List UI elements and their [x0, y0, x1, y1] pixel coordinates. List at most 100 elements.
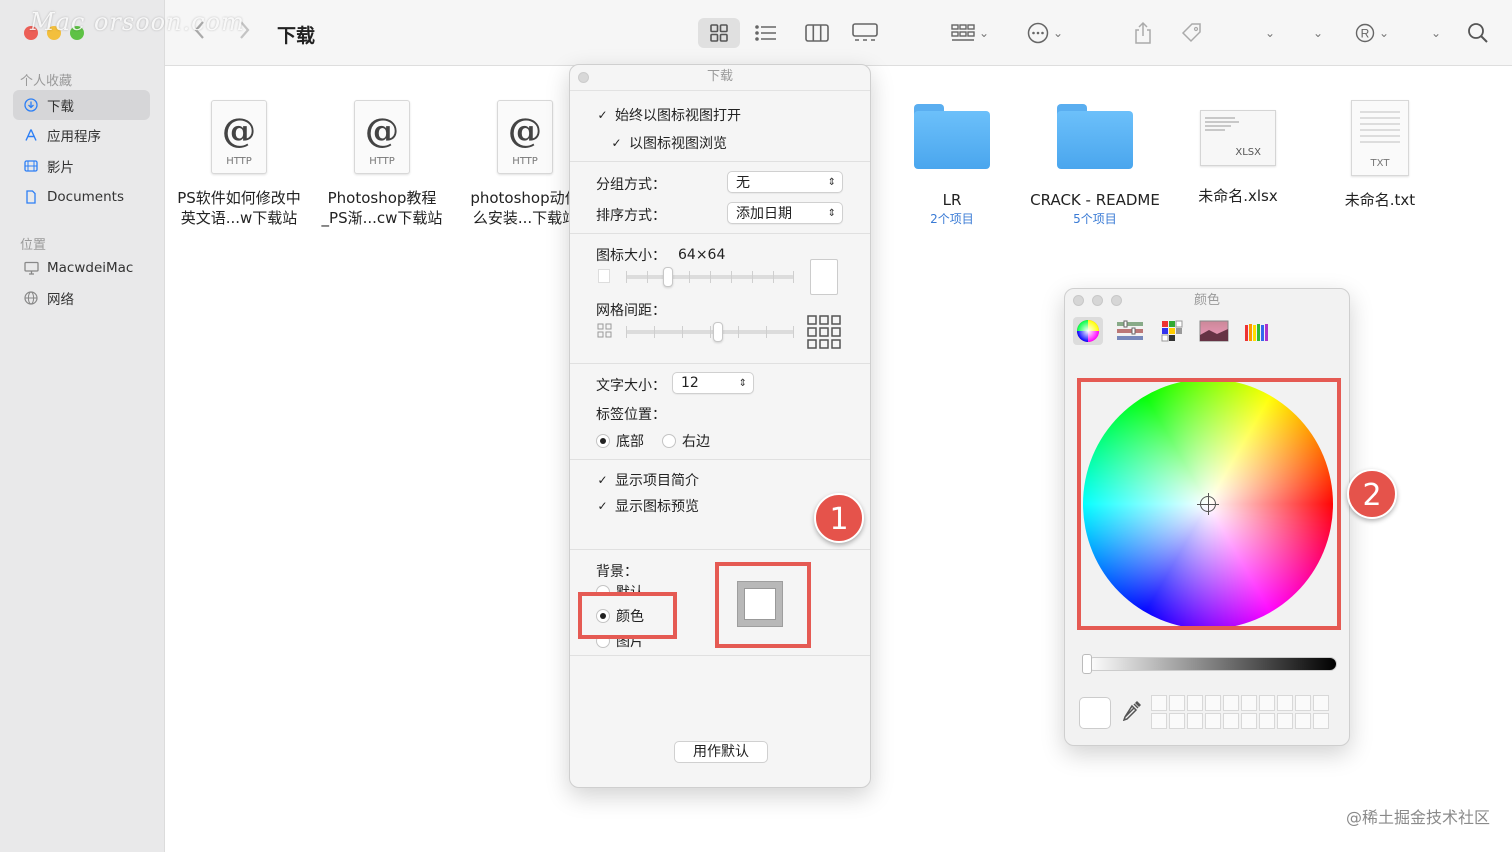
folder-icon [1057, 104, 1133, 170]
file-name: photoshop动作 [470, 189, 580, 207]
color-wheel-icon[interactable] [1073, 317, 1103, 345]
favorites-section-label: 个人收藏 [20, 74, 73, 89]
show-preview-checkbox[interactable]: ✓ 显示图标预览 [596, 496, 699, 516]
sidebar-item-label: MacwdeiMac [47, 260, 134, 276]
palettes-icon[interactable] [1157, 317, 1187, 345]
http-file-icon: @ HTTP [211, 100, 267, 174]
icon-view-icon[interactable] [698, 18, 740, 48]
use-as-default-button[interactable]: 用作默认 [674, 741, 768, 763]
http-file-icon: @ HTTP [354, 100, 410, 174]
color-panel-tabs [1073, 317, 1271, 345]
highlight-box-color-well [715, 562, 811, 648]
browse-icon-checkbox[interactable]: ✓ 以图标视图浏览 [610, 133, 727, 153]
updown-icon: ⇕ [827, 207, 836, 219]
updown-icon: ⇕ [827, 176, 836, 188]
image-palette-icon[interactable] [1199, 317, 1229, 345]
text-size-label: 文字大小： [596, 378, 666, 394]
svg-text:R: R [1361, 27, 1370, 41]
share-icon[interactable] [1128, 18, 1158, 48]
download-icon [23, 97, 39, 113]
sidebar-item-movies[interactable]: 影片 [13, 151, 150, 181]
file-name: Photoshop教程 [327, 189, 437, 207]
minimize-button[interactable] [1092, 295, 1103, 306]
updown-icon: ⇕ [738, 377, 747, 389]
tag-icon[interactable] [1177, 18, 1207, 48]
gallery-view-icon[interactable] [847, 18, 883, 48]
background-label: 背景： [596, 564, 638, 580]
sidebar-item-applications[interactable]: 应用程序 [13, 120, 150, 150]
view-options-panel: 下载 ✓ 始终以图标视图打开 ✓ 以图标视图浏览 分组方式： 无 ⇕ 排序方式： … [569, 64, 871, 788]
file-item[interactable]: XLSX 未命名.xlsx [1163, 110, 1313, 206]
radio-selected-icon [596, 434, 610, 448]
show-info-checkbox[interactable]: ✓ 显示项目简介 [596, 470, 699, 490]
registered-icon[interactable]: R ⌄ [1350, 18, 1394, 48]
checkmark-icon: ✓ [597, 473, 608, 487]
grid-spacing-slider[interactable] [626, 322, 794, 342]
column-view-icon[interactable] [799, 18, 835, 48]
folder-item[interactable]: CRACK - README 5个项目 [1020, 104, 1170, 227]
panel-close-button[interactable] [578, 72, 589, 83]
file-name: 未命名.txt [1344, 191, 1416, 209]
always-open-icon-checkbox[interactable]: ✓ 始终以图标视图打开 [596, 105, 741, 125]
annotation-badge-2: 2 [1347, 469, 1397, 519]
file-item[interactable]: @ HTTP PS软件如何修改中 英文语...w下载站 [164, 100, 314, 228]
sidebar-item-macwdeimac[interactable]: MacwdeiMac [13, 253, 150, 283]
small-icon-glyph [598, 269, 610, 283]
file-item[interactable]: @ HTTP Photoshop教程 _PS渐...cw下载站 [307, 100, 457, 228]
eyedropper-icon[interactable] [1121, 699, 1143, 726]
file-name: PS软件如何修改中 [177, 189, 301, 207]
file-name-line2: _PS渐...cw下载站 [321, 209, 443, 227]
pencils-icon[interactable] [1241, 317, 1271, 345]
chevron-down-icon[interactable]: ⌄ [1256, 18, 1280, 48]
zoom-button[interactable] [1111, 295, 1122, 306]
list-view-icon[interactable] [748, 18, 784, 48]
source-credit: @稀土掘金技术社区 [1345, 808, 1490, 827]
checkmark-icon: ✓ [611, 136, 622, 150]
folder-item[interactable]: LR 2个项目 [877, 104, 1027, 227]
folder-icon [914, 104, 990, 170]
group-by-select[interactable]: 无 ⇕ [727, 171, 843, 193]
custom-swatch-grid[interactable] [1151, 695, 1329, 729]
http-file-icon: @ HTTP [497, 100, 553, 174]
brightness-knob[interactable] [1082, 654, 1092, 674]
checkmark-icon: ✓ [597, 499, 608, 513]
item-count: 2个项目 [930, 212, 974, 226]
sidebar-item-label: 下载 [47, 99, 74, 115]
color-panel-title: 颜色 [1065, 289, 1349, 313]
chevron-down-icon: ⌄ [978, 26, 990, 40]
sidebar-item-documents[interactable]: Documents [13, 182, 150, 212]
group-icon[interactable]: ⌄ [945, 18, 995, 48]
grid-spacing-label: 网格间距： [596, 303, 666, 319]
checkmark-icon: ✓ [597, 108, 608, 122]
small-grid-icon [597, 323, 613, 343]
label-bottom-radio[interactable]: 底部 [596, 431, 644, 451]
chevron-down-icon[interactable]: ⌄ [1304, 18, 1328, 48]
grid-spacing-knob[interactable] [713, 322, 724, 342]
more-actions-icon[interactable]: ⌄ [1020, 18, 1070, 48]
brightness-slider[interactable] [1082, 654, 1337, 674]
search-icon[interactable] [1464, 18, 1492, 48]
icon-size-knob[interactable] [663, 267, 673, 287]
sort-by-select[interactable]: 添加日期 ⇕ [727, 202, 843, 224]
label-position-label: 标签位置： [596, 407, 666, 423]
icon-size-slider[interactable] [626, 267, 794, 287]
group-by-label: 分组方式： [596, 177, 666, 193]
current-color-swatch[interactable] [1079, 697, 1111, 729]
sliders-icon[interactable] [1115, 317, 1145, 345]
sidebar-item-network[interactable]: 网络 [13, 283, 150, 313]
close-button[interactable] [1073, 295, 1084, 306]
icon-size-row: 图标大小： 64×64 [596, 247, 726, 264]
radio-icon [662, 434, 676, 448]
file-item[interactable]: TXT 未命名.txt [1305, 100, 1455, 210]
locations-section-label: 位置 [20, 238, 47, 253]
highlight-box-color-radio [578, 592, 677, 639]
chevron-down-icon: ⌄ [1378, 26, 1390, 40]
label-right-radio[interactable]: 右边 [662, 431, 710, 451]
chevron-down-icon[interactable]: ⌄ [1422, 18, 1446, 48]
sidebar-item-downloads[interactable]: 下载 [13, 90, 150, 120]
large-grid-icon [807, 315, 841, 353]
sort-by-label: 排序方式： [596, 208, 666, 224]
text-size-select[interactable]: 12 ⇕ [672, 372, 754, 394]
annotation-badge-1: 1 [814, 493, 864, 543]
sidebar-item-label: Documents [47, 189, 124, 205]
